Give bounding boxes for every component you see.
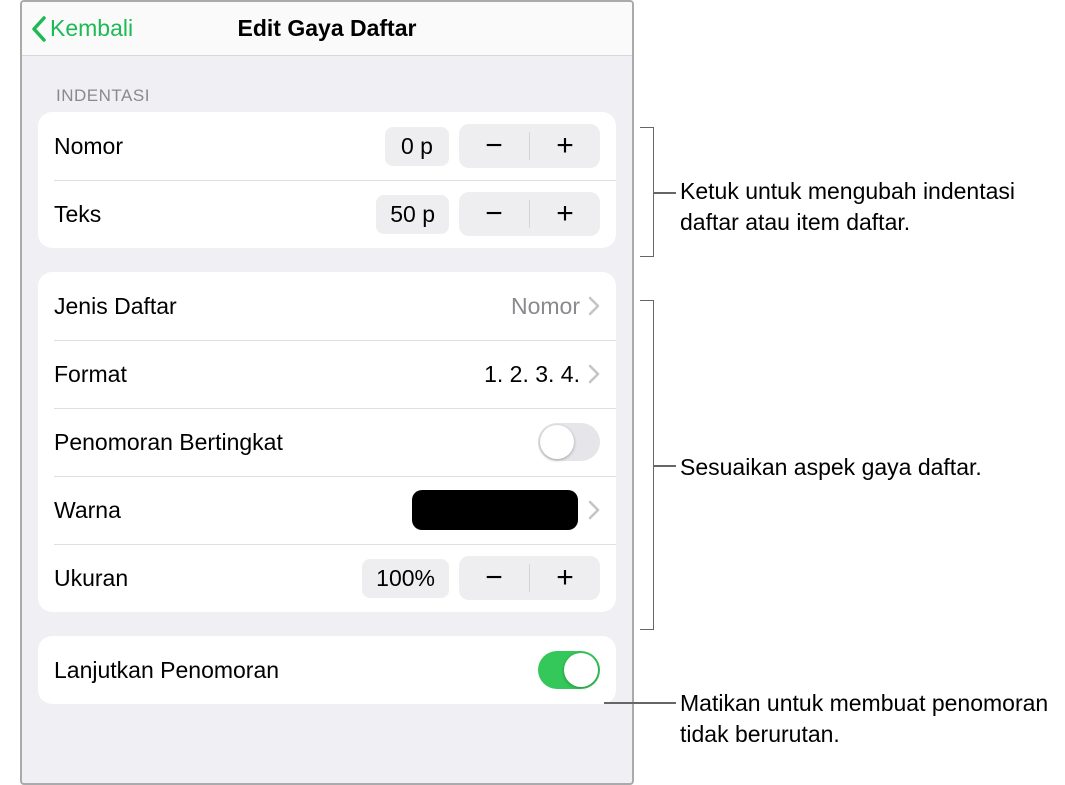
group-continue: Lanjutkan Penomoran bbox=[38, 636, 616, 704]
toggle-knob bbox=[540, 425, 574, 459]
jenis-daftar-value: Nomor bbox=[511, 293, 580, 320]
callout-line-3 bbox=[604, 702, 676, 704]
ukuran-stepper: − + bbox=[459, 556, 600, 600]
callouts: Ketuk untuk mengubah indentasi daftar at… bbox=[640, 0, 1050, 785]
teks-indent-stepper: − + bbox=[459, 192, 600, 236]
callout-text-3: Matikan untuk membuat penomoran tidak be… bbox=[680, 688, 1060, 750]
back-label: Kembali bbox=[50, 15, 133, 42]
teks-indent-label: Teks bbox=[54, 201, 376, 228]
callout-text-1: Ketuk untuk mengubah indentasi daftar at… bbox=[680, 176, 1020, 238]
chevron-right-icon bbox=[588, 364, 600, 384]
group-indentasi: Nomor 0 p − + Teks 50 p − + bbox=[38, 112, 616, 248]
callout-text-2: Sesuaikan aspek gaya daftar. bbox=[680, 452, 1060, 483]
callout-bracket-2 bbox=[640, 300, 654, 630]
chevron-left-icon bbox=[30, 15, 48, 43]
jenis-daftar-label: Jenis Daftar bbox=[54, 293, 511, 320]
ukuran-increase-button[interactable]: + bbox=[530, 556, 600, 600]
ukuran-label: Ukuran bbox=[54, 565, 362, 592]
row-ukuran: Ukuran 100% − + bbox=[38, 544, 616, 612]
row-continue-numbering: Lanjutkan Penomoran bbox=[38, 636, 616, 704]
chevron-right-icon bbox=[588, 500, 600, 520]
tiered-numbering-toggle[interactable] bbox=[538, 423, 600, 461]
row-jenis-daftar[interactable]: Jenis Daftar Nomor bbox=[38, 272, 616, 340]
row-tiered-numbering: Penomoran Bertingkat bbox=[38, 408, 616, 476]
section-label-indentasi: Indentasi bbox=[56, 86, 616, 106]
teks-increase-button[interactable]: + bbox=[530, 192, 600, 236]
callout-line-2 bbox=[654, 465, 676, 467]
chevron-right-icon bbox=[588, 296, 600, 316]
row-warna[interactable]: Warna bbox=[38, 476, 616, 544]
ukuran-decrease-button[interactable]: − bbox=[459, 556, 529, 600]
back-button[interactable]: Kembali bbox=[30, 15, 133, 43]
group-style: Jenis Daftar Nomor Format 1. 2. 3. 4. Pe… bbox=[38, 272, 616, 612]
teks-indent-value[interactable]: 50 p bbox=[376, 195, 449, 234]
nomor-decrease-button[interactable]: − bbox=[459, 124, 529, 168]
row-nomor-indent: Nomor 0 p − + bbox=[38, 112, 616, 180]
toggle-knob bbox=[564, 653, 598, 687]
warna-swatch bbox=[412, 490, 578, 530]
row-teks-indent: Teks 50 p − + bbox=[38, 180, 616, 248]
format-label: Format bbox=[54, 361, 484, 388]
continue-numbering-label: Lanjutkan Penomoran bbox=[54, 657, 538, 684]
settings-panel: Kembali Edit Gaya Daftar Indentasi Nomor… bbox=[20, 0, 634, 785]
panel-header: Kembali Edit Gaya Daftar bbox=[22, 2, 632, 56]
nomor-increase-button[interactable]: + bbox=[530, 124, 600, 168]
warna-label: Warna bbox=[54, 497, 412, 524]
callout-bracket-1 bbox=[640, 127, 654, 257]
nomor-indent-value[interactable]: 0 p bbox=[385, 127, 449, 166]
callout-line-1 bbox=[654, 192, 676, 194]
ukuran-value[interactable]: 100% bbox=[362, 559, 449, 598]
row-format[interactable]: Format 1. 2. 3. 4. bbox=[38, 340, 616, 408]
nomor-indent-stepper: − + bbox=[459, 124, 600, 168]
teks-decrease-button[interactable]: − bbox=[459, 192, 529, 236]
panel-body: Indentasi Nomor 0 p − + Teks 50 p − + bbox=[22, 56, 632, 783]
tiered-numbering-label: Penomoran Bertingkat bbox=[54, 429, 538, 456]
format-value: 1. 2. 3. 4. bbox=[484, 361, 580, 388]
nomor-indent-label: Nomor bbox=[54, 133, 385, 160]
continue-numbering-toggle[interactable] bbox=[538, 651, 600, 689]
